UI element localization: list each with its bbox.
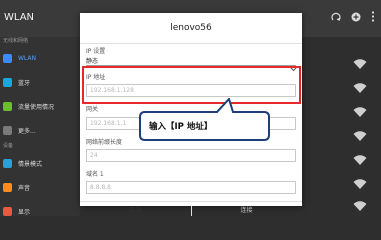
profile-icon (3, 158, 12, 168)
sidebar-item-label: 更多... (18, 127, 36, 135)
data-usage-icon (3, 101, 12, 111)
section-header-wireless: 无线和网络 (3, 38, 29, 44)
section-header-device: 设备 (3, 143, 14, 149)
wifi-signal-icon[interactable] (353, 197, 367, 211)
connect-button[interactable]: 连接 (191, 202, 302, 220)
wifi-icon (3, 53, 12, 63)
sidebar-item-label: 情景模式 (18, 160, 43, 168)
wifi-network-list (302, 37, 381, 216)
more-icon (3, 125, 12, 135)
wifi-signal-icon[interactable] (353, 103, 367, 117)
wifi-signal-icon[interactable] (353, 127, 367, 141)
sidebar-item-label: 蓝牙 (18, 79, 31, 87)
overflow-menu-icon[interactable] (371, 11, 375, 22)
sidebar-item-display[interactable]: 显示 (0, 199, 80, 223)
wifi-signal-icon[interactable] (353, 55, 367, 69)
sidebar-item-wlan[interactable]: WLAN (0, 46, 80, 70)
sidebar-item-label: 声音 (18, 184, 31, 192)
wifi-signal-icon[interactable] (353, 151, 367, 165)
sidebar-item-label: WLAN (18, 54, 37, 62)
settings-sidebar: 无线和网络 WLAN 蓝牙 流量使用情况 更多... 设备 情景模式 声音 显示 (0, 37, 80, 216)
ip-settings-value[interactable]: 静态 (86, 56, 98, 65)
action-bar-icons (331, 11, 375, 22)
sidebar-item-profiles[interactable]: 情景模式 (0, 151, 80, 175)
annotation-callout: 输入【IP 地址】 (137, 98, 272, 142)
sidebar-item-bluetooth[interactable]: 蓝牙 (0, 70, 80, 94)
wifi-signal-icon[interactable] (353, 175, 367, 189)
add-network-icon[interactable] (351, 12, 361, 22)
sidebar-item-more[interactable]: 更多... (0, 118, 80, 142)
sound-icon (3, 182, 12, 192)
sidebar-item-data-usage[interactable]: 流量使用情况 (0, 94, 80, 118)
dialog-button-row: 取消 连接 (80, 201, 302, 220)
prefix-length-input[interactable]: 24 (86, 149, 296, 162)
ip-settings-label: IP 设置 (86, 48, 106, 55)
sidebar-item-sound[interactable]: 声音 (0, 175, 80, 199)
bluetooth-icon (3, 77, 12, 87)
gateway-label: 网关 (86, 106, 99, 113)
dialog-title: lenovo56 (80, 13, 302, 44)
display-icon (3, 206, 12, 216)
sidebar-item-label: 显示 (18, 208, 31, 216)
dns1-label: 域名 1 (86, 171, 104, 178)
sidebar-item-label: 流量使用情况 (18, 103, 55, 111)
cancel-button[interactable]: 取消 (80, 202, 191, 220)
page-title: WLAN (4, 12, 35, 23)
dns1-input[interactable]: 8.8.8.8 (86, 181, 296, 194)
annotation-text: 输入【IP 地址】 (149, 122, 213, 132)
prefix-length-label: 网络前缀长度 (86, 139, 123, 146)
wps-icon[interactable] (331, 12, 341, 22)
wifi-signal-icon[interactable] (353, 79, 367, 93)
